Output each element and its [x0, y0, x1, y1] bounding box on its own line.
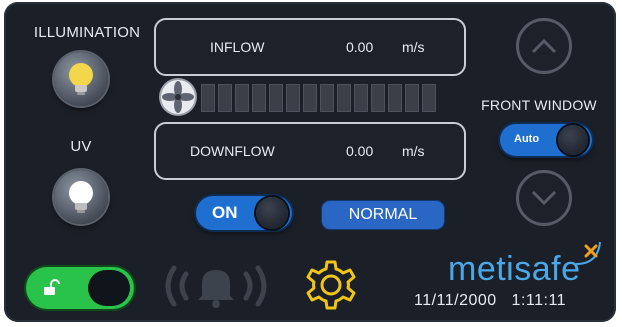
uv-label: UV — [70, 138, 92, 155]
fan-level-segment — [388, 84, 402, 112]
front-window-auto-toggle[interactable]: Auto — [500, 124, 592, 156]
fan-icon — [161, 80, 195, 114]
brand-swoosh-icon — [575, 241, 601, 265]
status-badge: NORMAL — [322, 201, 444, 229]
fan-level-segment — [303, 84, 317, 112]
inflow-value: 0.00 — [346, 39, 374, 55]
unlock-icon — [44, 279, 60, 295]
fan-level-segment — [235, 84, 249, 112]
window-down-button[interactable] — [516, 170, 572, 226]
inflow-label: INFLOW — [210, 39, 265, 55]
bulb-off-icon — [69, 181, 93, 213]
fan-level-segment — [422, 84, 436, 112]
fan-level-segment — [405, 84, 419, 112]
bulb-on-icon — [69, 63, 93, 95]
lock-toggle-knob — [88, 270, 130, 306]
window-up-button[interactable] — [516, 18, 572, 74]
power-toggle[interactable]: ON — [196, 196, 292, 230]
clock: 11/11/2000 1:11:11 — [414, 292, 567, 309]
fan-level-segment — [218, 84, 232, 112]
fan-level-segment — [337, 84, 351, 112]
lock-toggle[interactable] — [26, 267, 134, 309]
fan-level-segment — [252, 84, 266, 112]
downflow-unit: m/s — [402, 143, 425, 159]
gear-icon[interactable] — [304, 258, 358, 312]
control-screen: ILLUMINATION UV INFLOW 0.00 m/s DOWNFLOW… — [4, 2, 616, 322]
fan-level-segment — [286, 84, 300, 112]
fan-level-segment — [269, 84, 283, 112]
inflow-panel: INFLOW 0.00 m/s — [154, 18, 466, 76]
inflow-unit: m/s — [402, 39, 425, 55]
fan-level-bar — [201, 84, 436, 112]
front-window-mode-label: Auto — [514, 133, 540, 145]
fan-level-segment — [201, 84, 215, 112]
front-window-toggle-knob — [558, 125, 588, 155]
fan-level-segment — [371, 84, 385, 112]
downflow-value: 0.00 — [346, 143, 374, 159]
power-toggle-label: ON — [212, 203, 238, 222]
chevron-down-icon — [531, 190, 557, 206]
illumination-label: ILLUMINATION — [33, 24, 141, 41]
fan-level-segment — [320, 84, 334, 112]
uv-button[interactable] — [54, 170, 108, 224]
chevron-up-icon — [531, 38, 557, 54]
brand-logo: metisafe — [448, 250, 581, 288]
downflow-label: DOWNFLOW — [190, 143, 275, 159]
illumination-button[interactable] — [54, 52, 108, 106]
fan-level-segment — [354, 84, 368, 112]
downflow-panel: DOWNFLOW 0.00 m/s — [154, 122, 466, 180]
front-window-label: FRONT WINDOW — [481, 97, 597, 113]
alarm-bell-icon[interactable] — [160, 260, 272, 312]
power-toggle-knob — [256, 197, 288, 229]
